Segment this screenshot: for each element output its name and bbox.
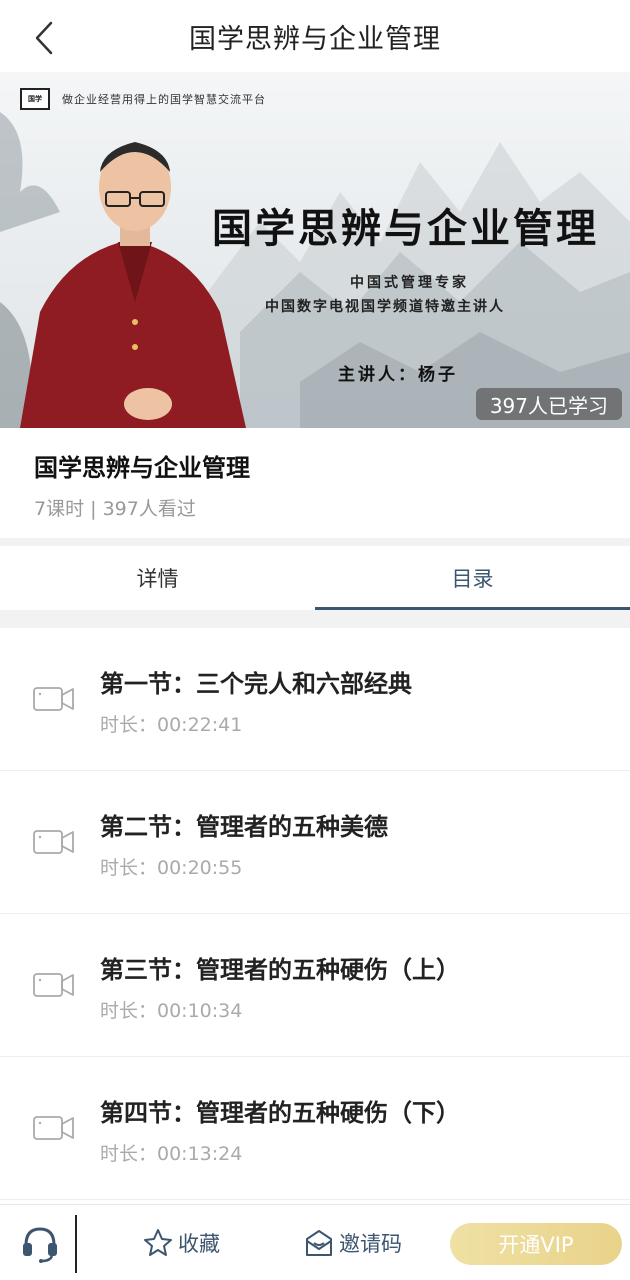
tab-bar: 详情 目录 [0, 546, 630, 610]
lesson-title: 第四节：管理者的五种硬伤（下） [100, 1099, 460, 1127]
video-camera-icon [33, 1116, 74, 1140]
section-divider [0, 538, 630, 546]
lesson-item[interactable]: 第一节：三个完人和六部经典 时长：00:22:41 [0, 628, 630, 771]
banner-subtitle-1: 中国式管理专家 [350, 275, 469, 291]
lesson-item[interactable]: 第三节：管理者的五种硬伤（上） 时长：00:10:34 [0, 914, 630, 1057]
banner-subtitle-2: 中国数字电视国学频道特邀主讲人 [265, 299, 505, 315]
page-title: 国学思辨与企业管理 [189, 23, 441, 55]
section-divider [0, 610, 630, 628]
course-info: 国学思辨与企业管理 7课时 | 397人看过 [0, 428, 630, 538]
tab-catalog[interactable]: 目录 [315, 546, 630, 610]
favorite-button[interactable]: 收藏 [142, 1225, 220, 1261]
learn-count-badge: 397人已学习 [475, 388, 622, 420]
lesson-duration: 时长：00:10:34 [100, 1000, 243, 1022]
bar-divider [75, 1215, 77, 1273]
back-button[interactable] [22, 16, 66, 60]
lesson-item[interactable]: 第二节：管理者的五种美德 时长：00:20:55 [0, 771, 630, 914]
video-camera-icon [33, 830, 74, 854]
top-nav-bar: 国学思辨与企业管理 [0, 0, 630, 72]
banner-slogan: 做企业经营用得上的国学智慧交流平台 [62, 93, 266, 106]
lesson-title: 第三节：管理者的五种硬伤（上） [100, 956, 460, 984]
video-camera-icon [33, 973, 74, 997]
chevron-left-icon [35, 21, 53, 55]
banner-title: 国学思辨与企业管理 [212, 205, 599, 252]
lesson-list: 第一节：三个完人和六部经典 时长：00:22:41 第二节：管理者的五种美德 时… [0, 628, 630, 1200]
banner-speaker: 主讲人：杨子 [338, 365, 458, 385]
lesson-title: 第二节：管理者的五种美德 [100, 813, 388, 841]
lesson-duration: 时长：00:22:41 [100, 714, 243, 736]
course-title: 国学思辨与企业管理 [34, 454, 250, 482]
customer-service-button[interactable] [20, 1223, 60, 1263]
bottom-action-bar: 收藏 邀请码 开通VIP [0, 1204, 630, 1280]
brand-logo: 国学 [20, 88, 50, 110]
ticket-icon [306, 1230, 332, 1256]
open-vip-button[interactable]: 开通VIP [450, 1223, 622, 1265]
lesson-duration: 时长：00:13:24 [100, 1143, 243, 1165]
favorite-label: 收藏 [178, 1232, 220, 1256]
invite-code-button[interactable]: 邀请码 [303, 1225, 402, 1261]
headset-icon [23, 1227, 57, 1263]
lesson-item[interactable]: 第四节：管理者的五种硬伤（下） 时长：00:13:24 [0, 1057, 630, 1200]
course-meta: 7课时 | 397人看过 [34, 498, 196, 520]
video-camera-icon [33, 687, 74, 711]
tab-details[interactable]: 详情 [0, 546, 315, 610]
lesson-title: 第一节：三个完人和六部经典 [100, 670, 412, 698]
lesson-duration: 时长：00:20:55 [100, 857, 243, 879]
star-icon [144, 1229, 172, 1256]
invite-label: 邀请码 [339, 1232, 402, 1256]
